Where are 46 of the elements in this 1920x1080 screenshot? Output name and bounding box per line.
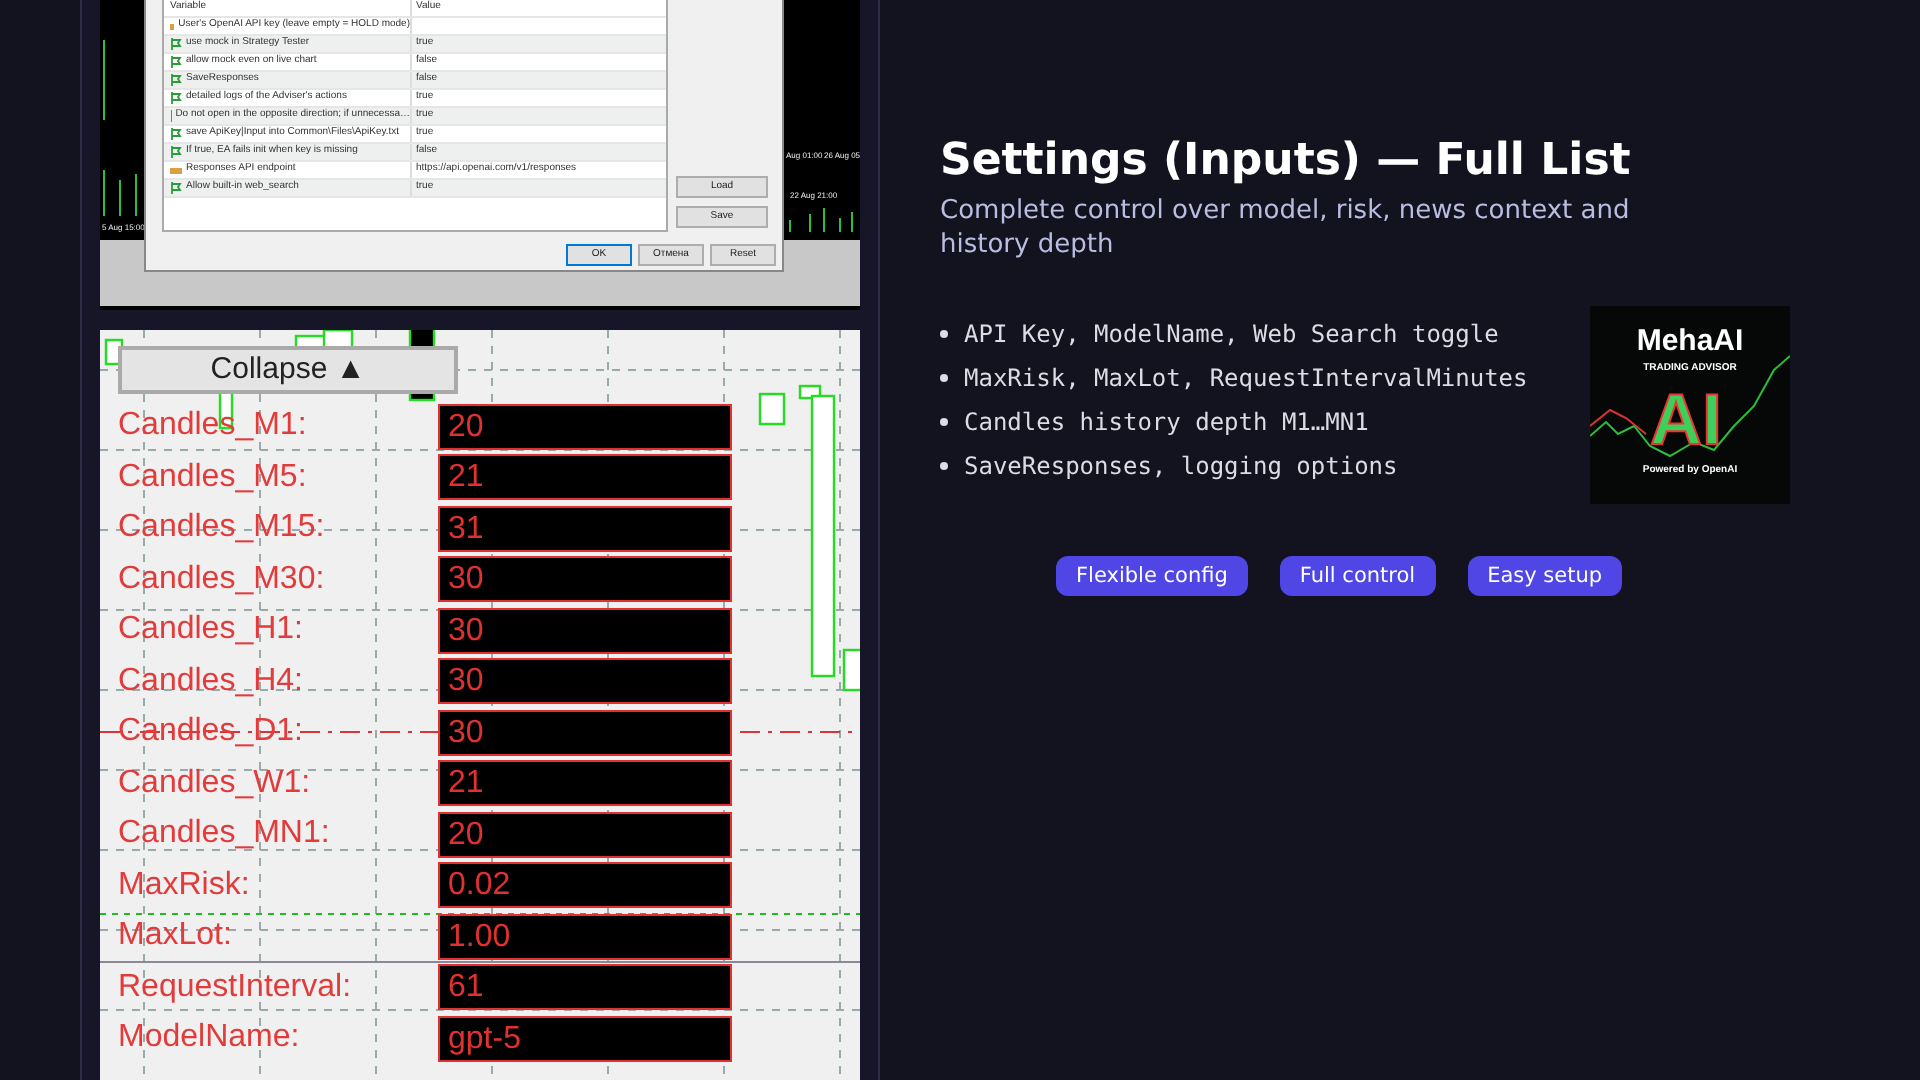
field-label: Candles_H1: — [118, 612, 305, 649]
slide-title: Settings (Inputs) — Full List — [940, 136, 1633, 189]
field-label: Candles_H4: — [118, 663, 305, 700]
field-label: MaxRisk: — [118, 867, 252, 904]
input-field[interactable]: 21 — [438, 454, 732, 501]
feature-item: MaxRisk, MaxLot, RequestIntervalMinutes — [964, 363, 1528, 392]
bullet-icon — [940, 329, 948, 338]
string-icon — [170, 165, 182, 175]
field-label: Candles_D1: — [118, 714, 305, 751]
input-field[interactable]: 20 — [438, 403, 732, 450]
tag-pill: Flexible config — [1056, 555, 1248, 596]
feature-item: API Key, ModelName, Web Search toggle — [964, 319, 1499, 348]
field-label: Candles_M1: — [118, 408, 309, 445]
field-label: Candles_MN1: — [118, 816, 332, 853]
input-field[interactable]: 31 — [438, 505, 732, 552]
input-field[interactable]: 0.02 — [438, 862, 732, 909]
field-label: Candles_M30: — [118, 561, 327, 598]
input-field[interactable]: 30 — [438, 709, 732, 756]
field-label: MaxLot: — [118, 918, 234, 955]
string-icon — [170, 21, 175, 31]
input-field[interactable]: 1.00 — [438, 913, 732, 960]
candle — [842, 648, 860, 692]
input-field[interactable]: 30 — [438, 556, 732, 603]
field-label: RequestInterval: — [118, 969, 354, 1006]
input-field[interactable]: gpt-5 — [438, 1015, 732, 1062]
input-field[interactable]: 61 — [438, 964, 732, 1011]
tag-pill: Easy setup — [1467, 555, 1623, 596]
feature-item: SaveResponses, logging options — [964, 451, 1398, 480]
field-label: Candles_M15: — [118, 510, 327, 547]
tag-pill: Full control — [1279, 555, 1436, 596]
logo-mark: AI — [1650, 377, 1722, 462]
candle — [758, 392, 786, 426]
field-label: Candles_W1: — [118, 765, 313, 802]
slide-subtitle: Complete control over model, risk, news context and history depth — [940, 196, 1632, 262]
input-field[interactable]: 20 — [438, 811, 732, 858]
field-label: ModelName: — [118, 1020, 302, 1057]
input-field[interactable]: 30 — [438, 658, 732, 705]
input-field[interactable]: 30 — [438, 607, 732, 654]
logo-title: MehaAI — [1634, 323, 1746, 358]
bullet-icon — [940, 373, 948, 382]
bullet-icon — [940, 461, 948, 470]
collapse-button[interactable]: Collapse ▲ — [118, 345, 458, 393]
bullet-icon — [940, 417, 948, 426]
field-label: Candles_M5: — [118, 459, 309, 496]
input-field[interactable]: 21 — [438, 760, 732, 807]
feature-item: Candles history depth M1…MN1 — [964, 407, 1369, 436]
